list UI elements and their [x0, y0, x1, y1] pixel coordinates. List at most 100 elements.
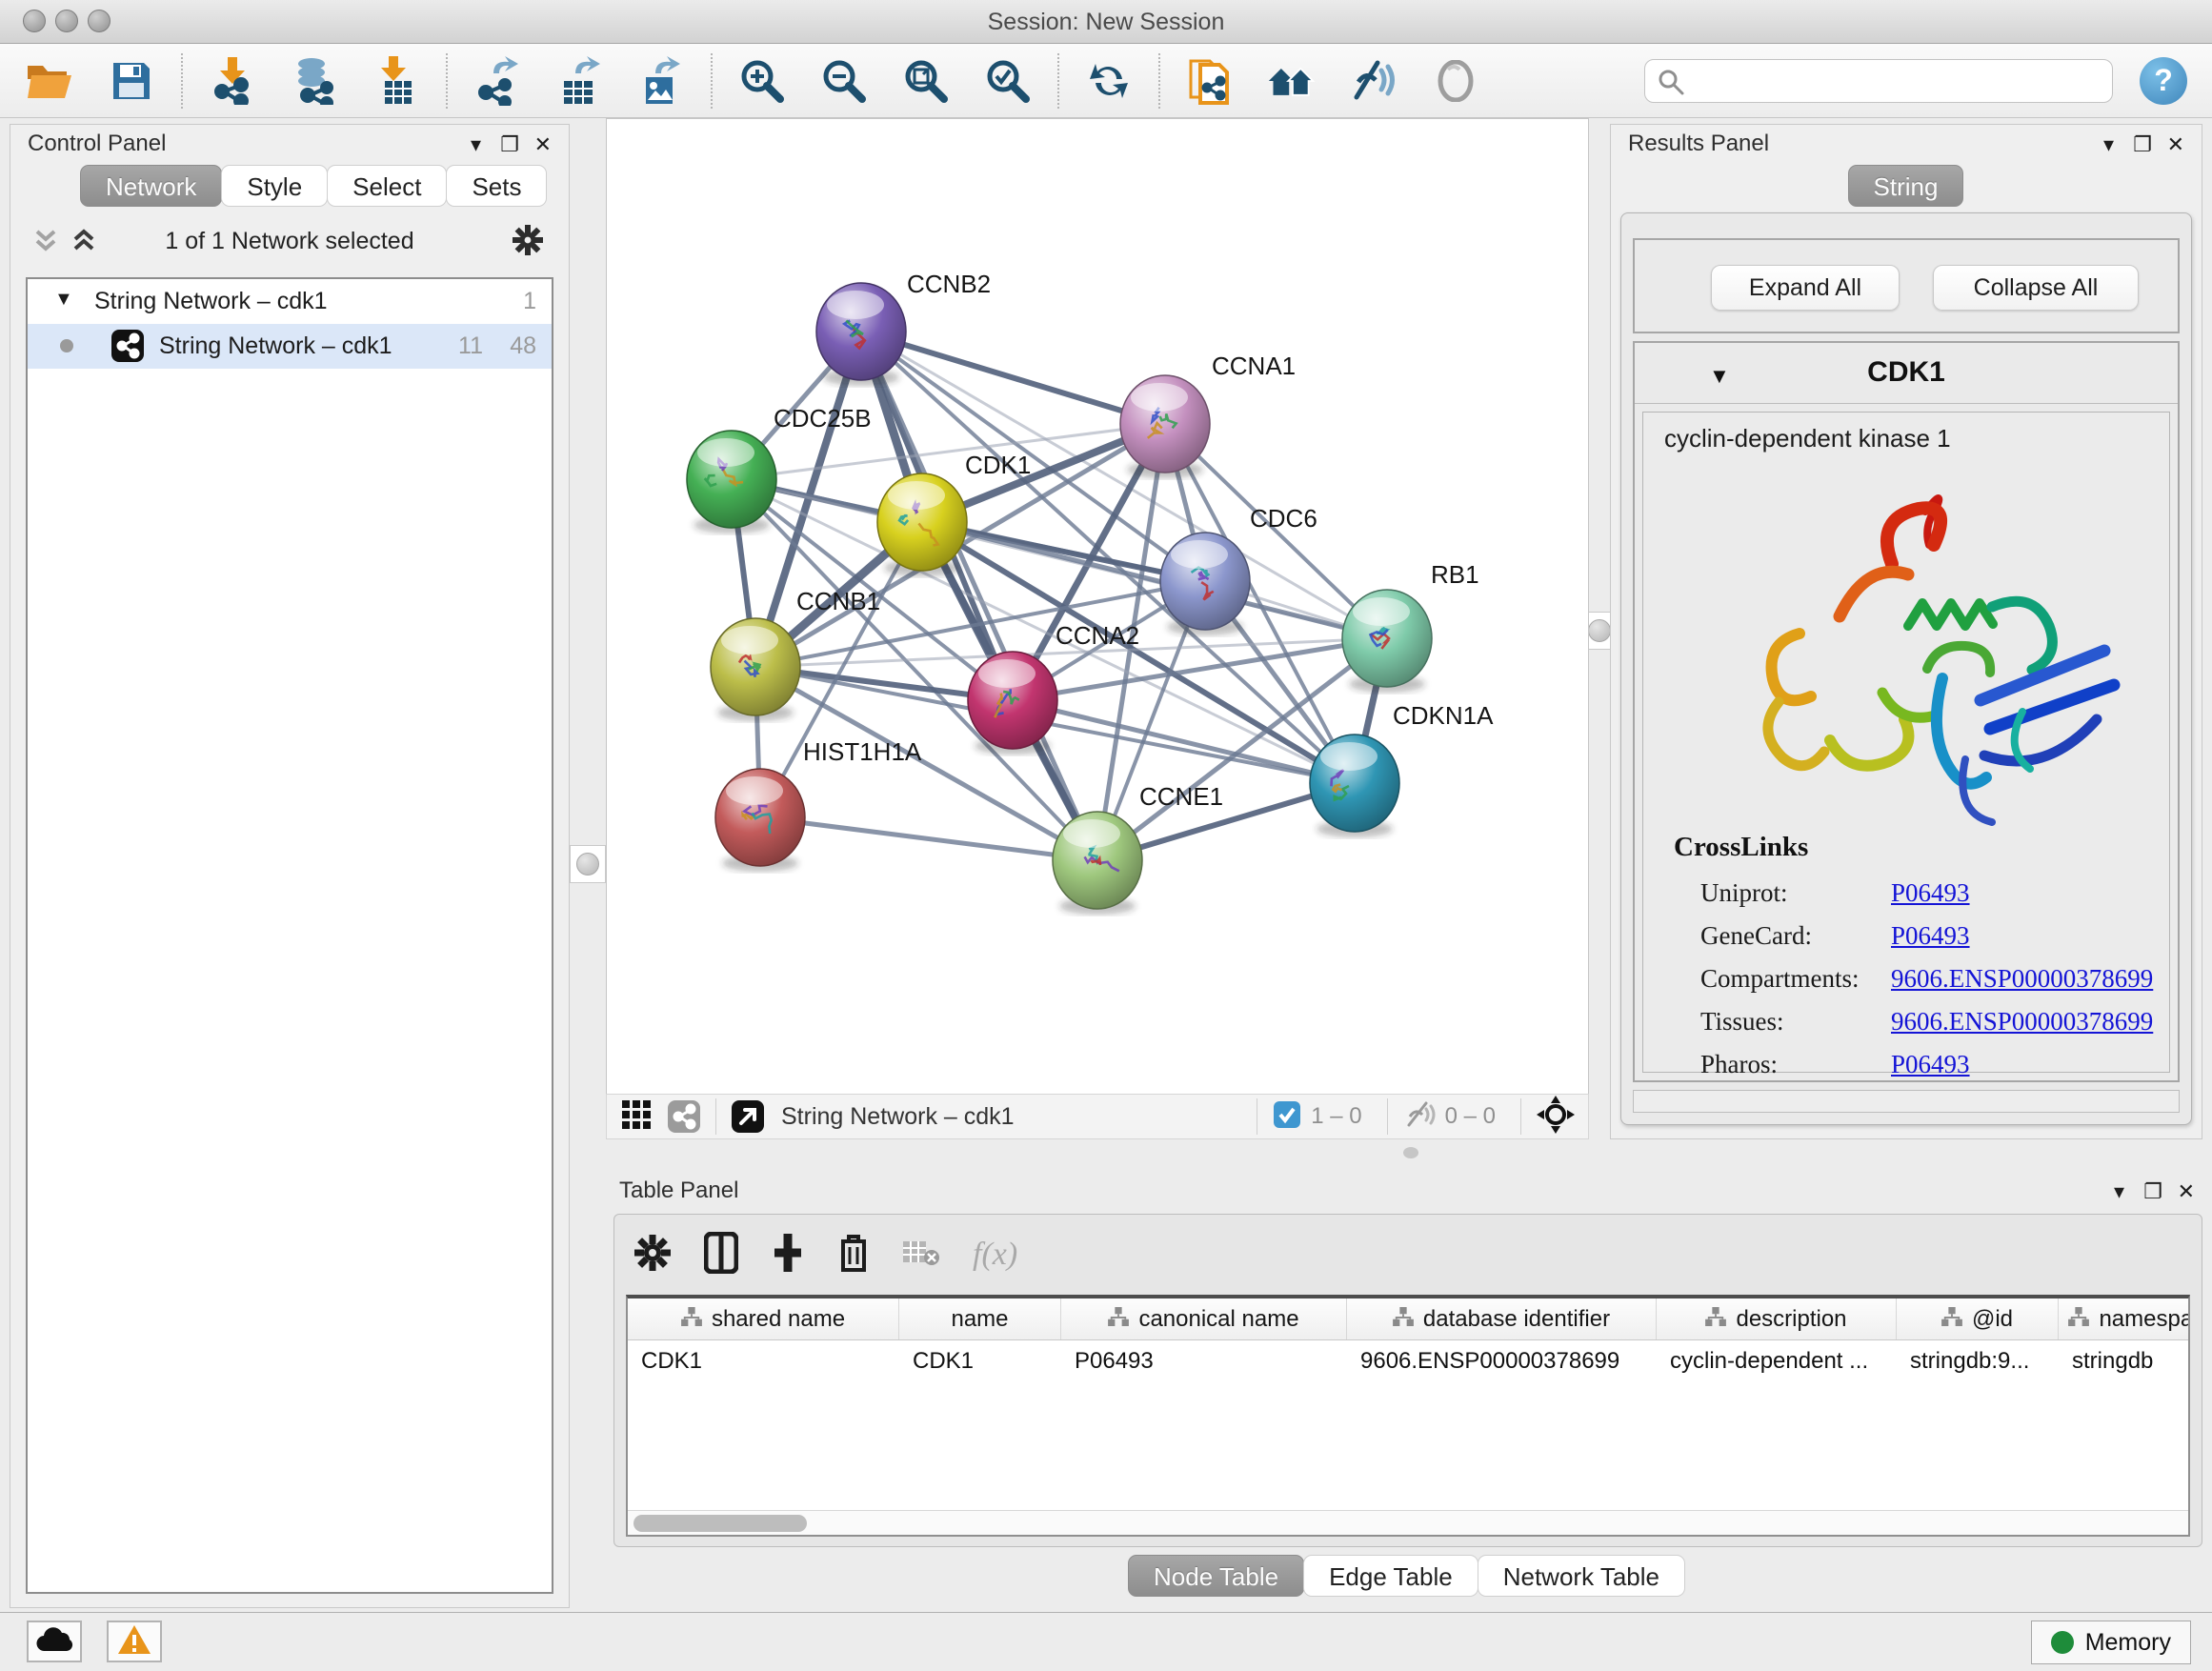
tab-network-table[interactable]: Network Table [1478, 1555, 1685, 1597]
panel-close-icon[interactable]: ✕ [534, 132, 552, 157]
tab-select[interactable]: Select [327, 165, 447, 207]
vertical-splitter-left[interactable] [570, 118, 606, 1612]
table-cell: CDK1 [899, 1340, 1061, 1384]
column-header-shared-name[interactable]: shared name [628, 1299, 899, 1339]
network-tree-root-row[interactable]: ▼ String Network – cdk1 1 [28, 279, 552, 324]
export-table-icon[interactable] [554, 56, 604, 106]
crosslink-link[interactable]: P06493 [1891, 878, 1970, 907]
column-header-canonical-name[interactable]: canonical name [1061, 1299, 1347, 1339]
network-edge[interactable] [861, 332, 1165, 424]
results-scrollbar[interactable] [1633, 1090, 2180, 1113]
crosslink-row: Tissues:9606.ENSP00000378699 [1700, 1000, 2160, 1043]
panel-menu-icon[interactable]: ▾ [471, 132, 481, 157]
import-table-icon[interactable] [372, 56, 421, 106]
warning-button[interactable] [107, 1621, 162, 1662]
expand-all-button[interactable]: Expand All [1711, 265, 1900, 311]
cloud-button[interactable] [27, 1621, 82, 1662]
cloud-icon [35, 1626, 73, 1658]
hide-glasses-icon[interactable] [1349, 56, 1398, 106]
add-column-icon[interactable] [771, 1232, 805, 1278]
network-canvas[interactable]: CCNB2CCNA1CDC25BCDK1CDC6RB1CCNB1CCNA2CDK… [606, 118, 1589, 1094]
refresh-icon[interactable] [1084, 56, 1134, 106]
zoom-out-icon[interactable] [819, 56, 869, 106]
column-header-database-identifier[interactable]: database identifier [1347, 1299, 1657, 1339]
splitter-handle[interactable] [1588, 619, 1611, 642]
gear-icon[interactable] [512, 224, 544, 261]
birds-eye-view-icon[interactable] [1537, 1096, 1575, 1138]
collapse-triangle-icon[interactable]: ▼ [54, 289, 73, 311]
eye-icon[interactable] [1431, 56, 1480, 106]
panel-close-icon[interactable]: ✕ [2167, 132, 2184, 157]
shared-column-icon [2068, 1306, 2089, 1333]
table-type-tabs: Node TableEdge TableNetwork Table [602, 1555, 2212, 1597]
tab-sets[interactable]: Sets [446, 165, 547, 207]
zoom-fit-icon[interactable] [901, 56, 951, 106]
node-gloss [978, 659, 1036, 688]
gear-icon[interactable] [633, 1234, 672, 1277]
panel-float-icon[interactable]: ❐ [2143, 1179, 2162, 1204]
function-builder-icon[interactable]: f(x) [973, 1237, 1017, 1273]
delete-column-icon[interactable] [837, 1232, 870, 1278]
panel-float-icon[interactable]: ❐ [500, 132, 519, 157]
panel-close-icon[interactable]: ✕ [2178, 1179, 2195, 1204]
crosslink-link[interactable]: P06493 [1891, 1050, 1970, 1078]
tab-network[interactable]: Network [80, 165, 222, 207]
help-button[interactable]: ? [2140, 57, 2187, 105]
splitter-handle[interactable] [576, 853, 599, 876]
panel-menu-icon[interactable]: ▾ [2114, 1179, 2124, 1204]
crosslink-link[interactable]: 9606.ENSP00000378699 [1891, 1007, 2153, 1036]
tab-edge-table[interactable]: Edge Table [1303, 1555, 1478, 1597]
toolbar-separator [446, 53, 448, 109]
node-table[interactable]: shared namenamecanonical namedatabase id… [626, 1295, 2190, 1537]
status-bar: Memory [0, 1612, 2212, 1671]
shared-column-icon [1393, 1306, 1414, 1333]
horizontal-splitter[interactable] [606, 1139, 2212, 1172]
column-header-name[interactable]: name [899, 1299, 1061, 1339]
selected-checkbox-icon[interactable] [1273, 1100, 1301, 1134]
open-external-icon[interactable] [732, 1100, 764, 1133]
crosslink-label: Pharos: [1700, 1043, 1891, 1086]
import-network-file-icon[interactable] [208, 56, 257, 106]
column-header-@id[interactable]: @id [1897, 1299, 2059, 1339]
node-gloss [1353, 597, 1410, 626]
share-document-icon[interactable] [1185, 56, 1235, 106]
columns-icon[interactable] [704, 1232, 738, 1278]
crosslink-link[interactable]: 9606.ENSP00000378699 [1891, 964, 2153, 993]
hidden-eye-icon[interactable] [1403, 1100, 1436, 1134]
clear-table-icon[interactable] [902, 1238, 940, 1273]
panel-float-icon[interactable]: ❐ [2133, 132, 2152, 157]
tab-string[interactable]: String [1848, 165, 1964, 207]
table-row[interactable]: CDK1CDK1P064939606.ENSP00000378699cyclin… [628, 1340, 2188, 1384]
gene-details-box: ▼ CDK1 cyclin-dependent kinase 1 [1633, 341, 2180, 1082]
column-header-namespace[interactable]: namespace [2059, 1299, 2190, 1339]
open-session-icon[interactable] [25, 56, 74, 106]
zoom-selected-icon[interactable] [983, 56, 1033, 106]
home-icon[interactable] [1267, 56, 1317, 106]
tab-node-table[interactable]: Node Table [1128, 1555, 1304, 1597]
network-edge[interactable] [861, 332, 1097, 860]
network-tree-child-row[interactable]: String Network – cdk1 11 48 [28, 324, 552, 369]
vertical-splitter-right[interactable] [1589, 118, 1610, 1139]
export-image-icon[interactable] [636, 56, 686, 106]
table-cell: stringdb [2059, 1340, 2190, 1384]
panel-menu-icon[interactable]: ▾ [2103, 132, 2114, 157]
tab-style[interactable]: Style [221, 165, 328, 207]
import-network-database-icon[interactable] [290, 56, 339, 106]
memory-button[interactable]: Memory [2031, 1621, 2191, 1664]
zoom-in-icon[interactable] [737, 56, 787, 106]
network-edge[interactable] [760, 817, 1097, 860]
scrollbar-thumb[interactable] [633, 1515, 807, 1532]
save-session-icon[interactable] [107, 56, 156, 106]
node-gloss [1131, 383, 1188, 412]
string-view-icon[interactable] [668, 1100, 700, 1133]
collapse-all-button[interactable]: Collapse All [1933, 265, 2139, 311]
memory-label: Memory [2085, 1629, 2171, 1657]
search-input[interactable] [1644, 59, 2113, 103]
column-header-description[interactable]: description [1657, 1299, 1897, 1339]
splitter-handle[interactable] [1403, 1147, 1418, 1158]
table-horizontal-scrollbar[interactable] [628, 1510, 2188, 1535]
view-grid-icon[interactable] [620, 1098, 653, 1136]
gene-header-row[interactable]: ▼ CDK1 [1635, 343, 2178, 404]
export-network-icon[interactable] [473, 56, 522, 106]
crosslink-link[interactable]: P06493 [1891, 921, 1970, 950]
